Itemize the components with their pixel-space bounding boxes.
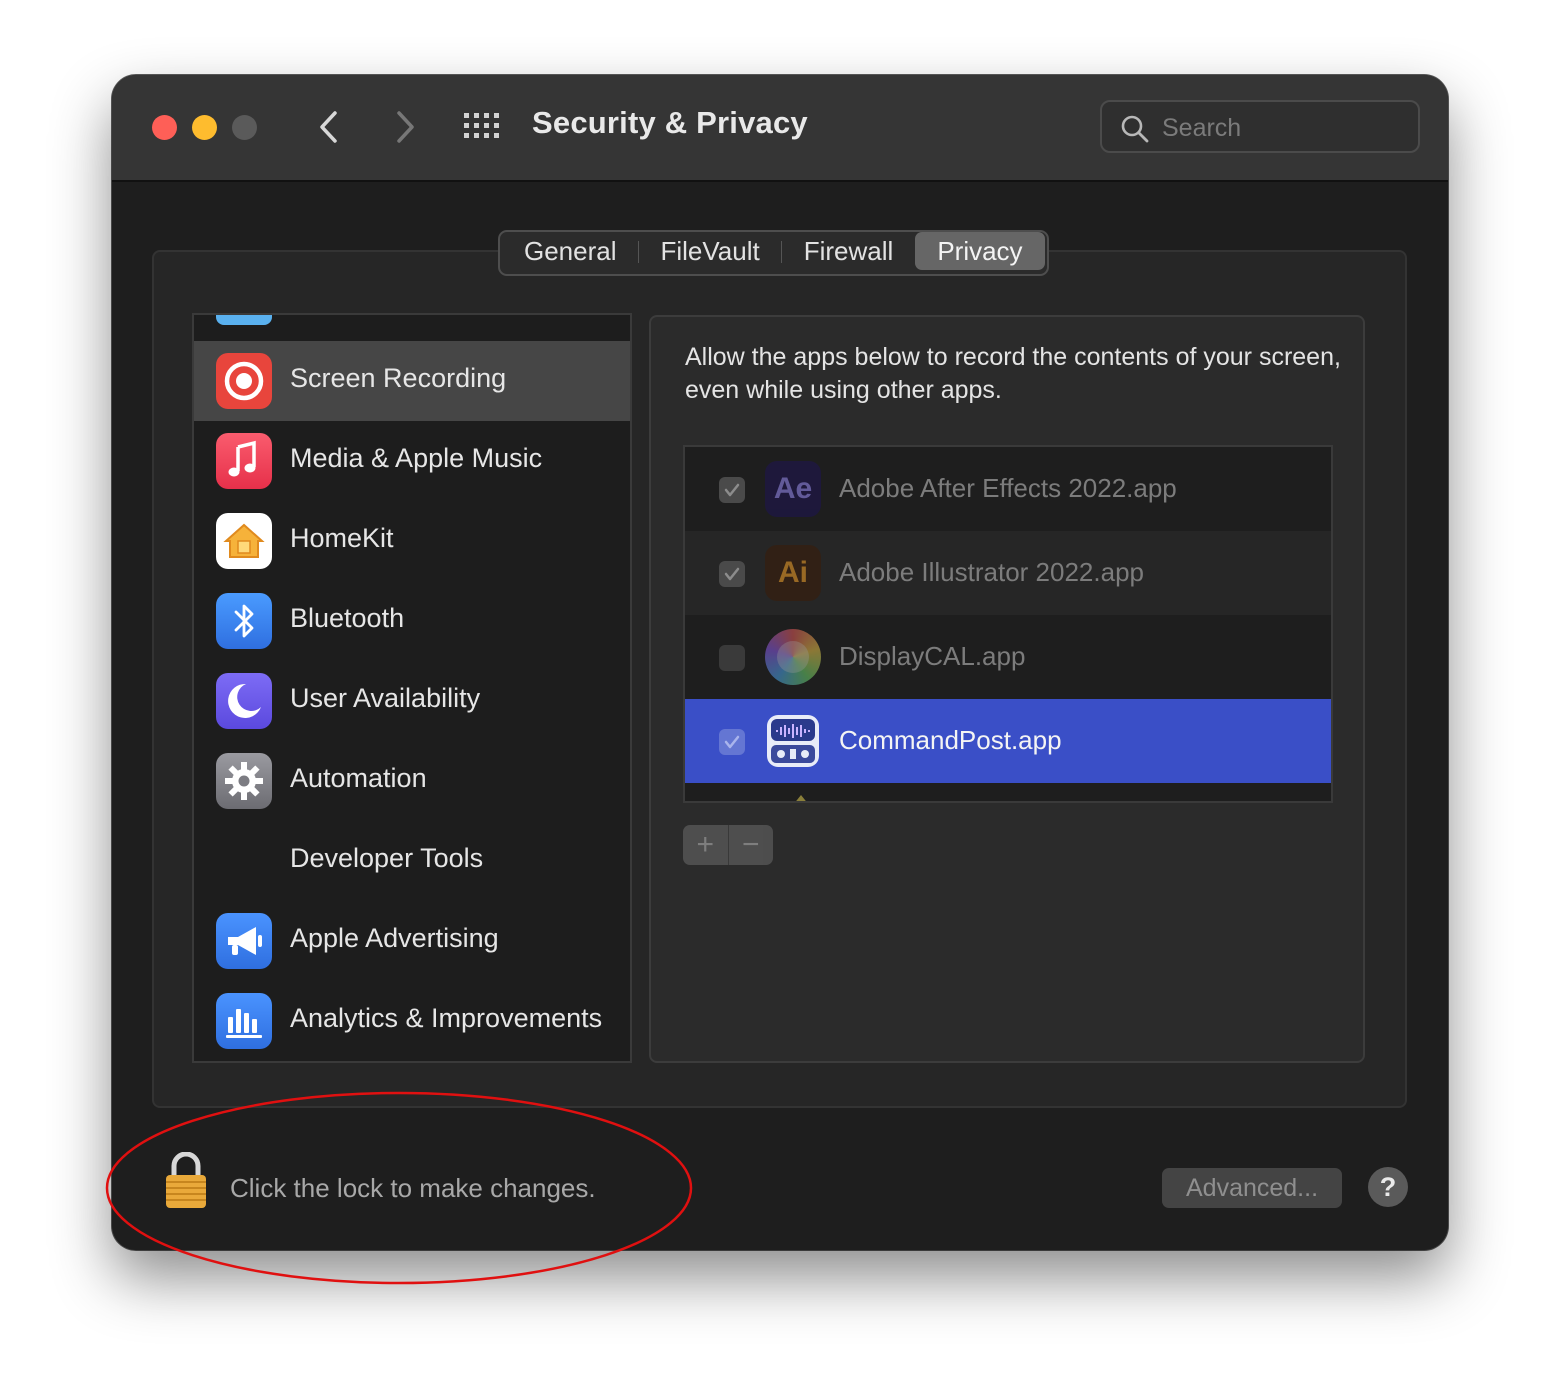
sidebar-item-screen-recording[interactable]: Screen Recording xyxy=(194,341,630,421)
sidebar-item-apple-advertising[interactable]: Apple Advertising xyxy=(194,901,630,981)
search-input[interactable] xyxy=(1160,110,1404,146)
show-all-button[interactable] xyxy=(462,111,502,141)
partial-category-icon xyxy=(216,315,272,325)
permission-description: Allow the apps below to record the conte… xyxy=(685,343,1341,404)
app-name: Adobe Illustrator 2022.app xyxy=(839,557,1144,587)
app-name: DisplayCAL.app xyxy=(839,641,1026,671)
remove-label: − xyxy=(741,828,760,861)
app-permission-list[interactable]: Ae Adobe After Effects 2022.app Ai Adobe… xyxy=(683,445,1333,803)
lock-button[interactable] xyxy=(162,1151,210,1210)
grid-icon xyxy=(464,113,499,138)
sidebar-item-label: Developer Tools xyxy=(290,843,484,873)
app-name: CommandPost.app xyxy=(839,725,1062,755)
tab-general[interactable]: General xyxy=(502,232,639,270)
sidebar-item-user-availability[interactable]: User Availability xyxy=(194,661,630,741)
forward-button[interactable] xyxy=(382,103,426,151)
app-row-displaycal[interactable]: DisplayCAL.app xyxy=(685,615,1331,699)
checkmark-icon xyxy=(724,483,740,497)
search-icon xyxy=(1121,115,1149,143)
commandpost-icon xyxy=(765,713,821,769)
music-note-icon xyxy=(216,433,272,489)
remove-app-button[interactable]: − xyxy=(729,825,774,865)
gear-icon xyxy=(216,753,272,809)
sidebar-item-label: Apple Advertising xyxy=(290,923,499,953)
minimize-window-button[interactable] xyxy=(192,115,217,140)
advanced-button[interactable]: Advanced... xyxy=(1162,1168,1342,1208)
displaycal-icon xyxy=(765,629,821,685)
sidebar-item-developer-tools[interactable]: Developer Tools xyxy=(194,821,630,901)
tab-filevault[interactable]: FileVault xyxy=(639,232,782,270)
app-row-illustrator[interactable]: Ai Adobe Illustrator 2022.app xyxy=(685,531,1331,615)
app-icon-text: Ae xyxy=(773,472,813,505)
after-effects-icon: Ae xyxy=(765,461,821,517)
app-checkbox[interactable] xyxy=(719,477,745,503)
privacy-category-list[interactable]: Screen Recording Media & Apple Music Hom… xyxy=(192,313,632,1063)
checkmark-icon xyxy=(724,567,740,581)
back-button[interactable] xyxy=(308,103,352,151)
home-icon xyxy=(216,513,272,569)
app-name: Adobe After Effects 2022.app xyxy=(839,473,1177,503)
megaphone-icon xyxy=(216,913,272,969)
title-bar: Security & Privacy xyxy=(112,75,1448,182)
tab-bar: General FileVault Firewall Privacy xyxy=(498,230,1049,276)
app-row-after-effects[interactable]: Ae Adobe After Effects 2022.app xyxy=(685,447,1331,531)
sidebar-item-label: Media & Apple Music xyxy=(290,443,543,473)
bluetooth-icon xyxy=(216,593,272,649)
bar-chart-icon xyxy=(216,993,272,1049)
window-title: Security & Privacy xyxy=(532,105,808,140)
checkmark-icon xyxy=(724,735,740,749)
tab-firewall[interactable]: Firewall xyxy=(782,232,916,270)
chevron-right-icon xyxy=(397,111,414,143)
privacy-detail-pane: Allow the apps below to record the conte… xyxy=(649,315,1365,1063)
sidebar-item-label: HomeKit xyxy=(290,523,394,553)
add-label: + xyxy=(696,828,715,861)
app-checkbox[interactable] xyxy=(719,561,745,587)
add-app-button[interactable]: + xyxy=(683,825,729,865)
sidebar-item-media-apple-music[interactable]: Media & Apple Music xyxy=(194,421,630,501)
sidebar-item-bluetooth[interactable]: Bluetooth xyxy=(194,581,630,661)
preferences-window: Security & Privacy General FileVault Fir… xyxy=(112,75,1448,1250)
sidebar-item-automation[interactable]: Automation xyxy=(194,741,630,821)
illustrator-icon: Ai xyxy=(765,545,821,601)
sidebar-item-label: Screen Recording xyxy=(290,363,507,393)
chevron-left-icon xyxy=(320,111,337,143)
sidebar-item-label: Bluetooth xyxy=(290,603,405,633)
app-checkbox[interactable] xyxy=(719,729,745,755)
zoom-window-button[interactable] xyxy=(232,115,257,140)
sidebar-item-label: Analytics & Improvements xyxy=(290,1003,603,1033)
app-icon-text: Ai xyxy=(778,556,808,589)
padlock-icon xyxy=(166,1151,206,1208)
sidebar-item-analytics-improvements[interactable]: Analytics & Improvements xyxy=(194,981,630,1061)
app-row-commandpost[interactable]: CommandPost.app xyxy=(685,699,1331,783)
help-button[interactable]: ? xyxy=(1368,1167,1408,1207)
lock-status-text: Click the lock to make changes. xyxy=(230,1173,596,1203)
screen-recording-icon xyxy=(216,353,272,409)
sidebar-item-label: User Availability xyxy=(290,683,481,713)
app-checkbox[interactable] xyxy=(719,645,745,671)
tab-privacy[interactable]: Privacy xyxy=(915,232,1045,270)
add-remove-control: + − xyxy=(683,825,773,865)
sidebar-item-homekit[interactable]: HomeKit xyxy=(194,501,630,581)
search-field[interactable] xyxy=(1100,100,1420,153)
moon-icon xyxy=(216,673,272,729)
close-window-button[interactable] xyxy=(152,115,177,140)
sidebar-item-label: Automation xyxy=(290,763,427,793)
partial-app-icon xyxy=(793,795,809,801)
